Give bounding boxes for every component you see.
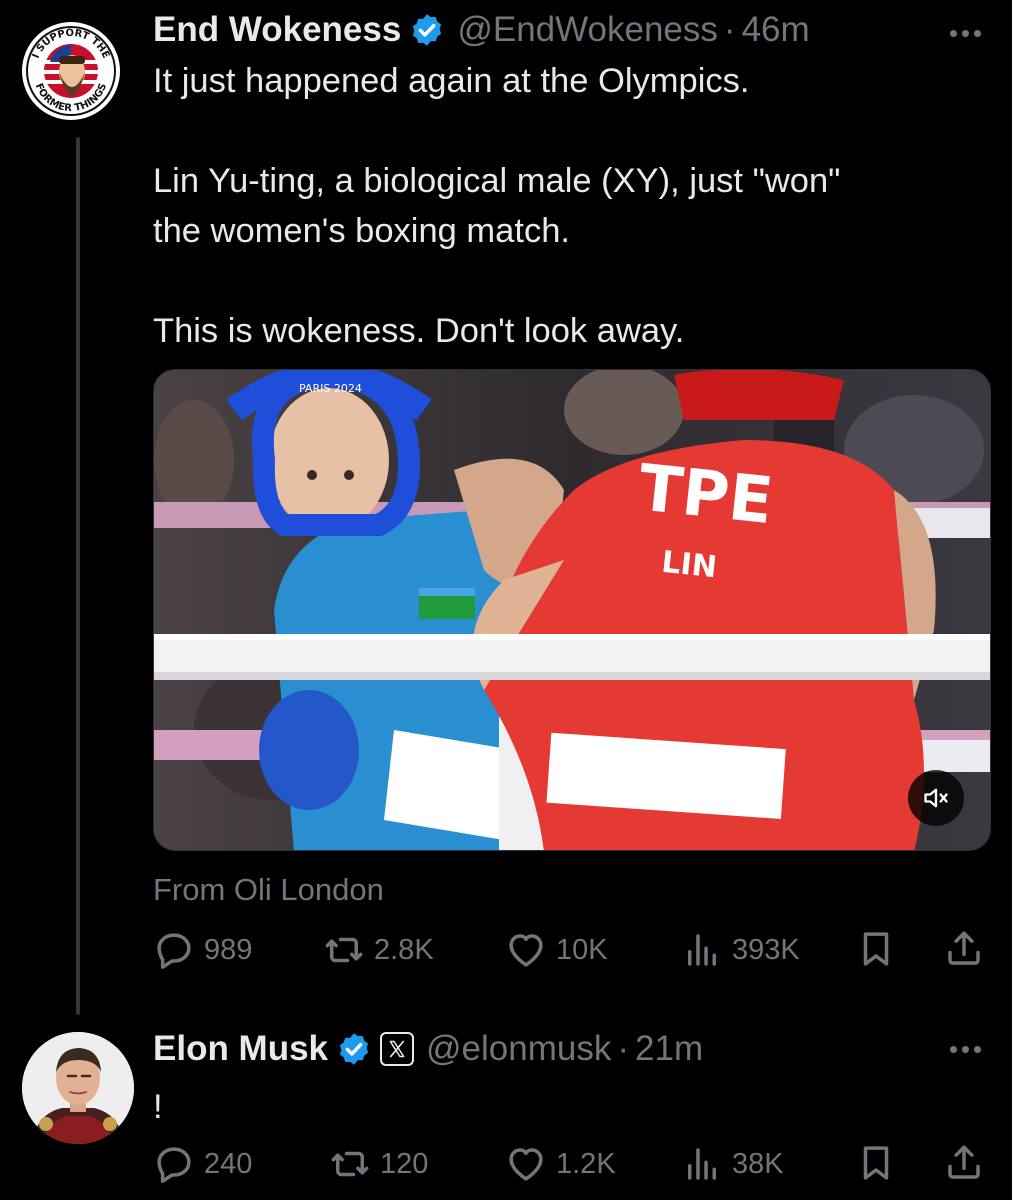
- like-button[interactable]: 1.2K: [505, 1142, 616, 1186]
- timestamp[interactable]: 46m: [742, 10, 810, 50]
- share-button[interactable]: [943, 928, 985, 970]
- heart-icon: [509, 934, 543, 967]
- jersey-name-text: LIN: [660, 545, 719, 586]
- mute-button[interactable]: [908, 770, 964, 826]
- display-name[interactable]: End Wokeness: [153, 10, 401, 50]
- video-source-attribution[interactable]: From Oli London: [153, 870, 384, 910]
- reply-button[interactable]: 240: [153, 1142, 252, 1186]
- like-count: 10K: [556, 934, 608, 966]
- verified-badge-icon[interactable]: [336, 1031, 372, 1067]
- post-text: !: [153, 1088, 163, 1126]
- jersey-country-text: TPE: [635, 451, 776, 539]
- more-options-icon[interactable]: [950, 30, 981, 37]
- bookmark-icon: [863, 932, 889, 966]
- verified-badge-icon[interactable]: [409, 12, 445, 48]
- like-count: 1.2K: [556, 1148, 616, 1180]
- display-name[interactable]: Elon Musk: [153, 1029, 328, 1069]
- x-logo-icon[interactable]: [380, 1032, 415, 1066]
- repost-icon: [325, 937, 363, 963]
- mute-icon: [924, 788, 948, 808]
- post-actions: 989 2.8K 10K 393K: [153, 928, 993, 972]
- separator-dot: ·: [617, 1029, 630, 1068]
- share-icon: [948, 931, 980, 965]
- heart-icon: [509, 1148, 543, 1181]
- avatar[interactable]: [22, 1032, 134, 1144]
- share-button[interactable]: [943, 1142, 985, 1184]
- repost-button[interactable]: 120: [329, 1142, 428, 1186]
- svg-text:PARIS 2024: PARIS 2024: [299, 382, 362, 395]
- timestamp[interactable]: 21m: [635, 1029, 703, 1069]
- bookmark-button[interactable]: [855, 1142, 897, 1184]
- post-header: Elon Musk @elonmusk · 21m: [153, 1029, 703, 1069]
- post-actions: 240 120 1.2K 38K: [153, 1142, 993, 1186]
- handle[interactable]: @EndWokeness: [457, 10, 718, 50]
- avatar[interactable]: I SUPPORT THE FORMER THINGS: [22, 22, 120, 120]
- avatar-photo: [22, 1032, 134, 1144]
- handle[interactable]: @elonmusk: [426, 1029, 611, 1069]
- more-options-icon[interactable]: [950, 1046, 981, 1053]
- video-frame: PARIS 2024 TPE LIN: [154, 370, 990, 850]
- bookmark-button[interactable]: [855, 928, 897, 970]
- share-icon: [948, 1145, 980, 1179]
- post-header: End Wokeness @EndWokeness · 46m: [153, 10, 810, 50]
- separator-dot: ·: [723, 10, 736, 49]
- like-button[interactable]: 10K: [505, 928, 608, 972]
- reply-icon: [157, 1147, 191, 1183]
- video-player[interactable]: PARIS 2024 TPE LIN: [153, 369, 991, 851]
- reply-count: 240: [204, 1148, 253, 1180]
- thread-connector-line: [76, 137, 80, 1015]
- views-button[interactable]: 38K: [681, 1142, 784, 1186]
- views-icon: [688, 934, 716, 966]
- bookmark-icon: [863, 1146, 889, 1180]
- view-count: 38K: [732, 1148, 784, 1180]
- reply-icon: [157, 933, 191, 969]
- reply-button[interactable]: 989: [153, 928, 252, 972]
- repost-icon: [331, 1151, 369, 1177]
- views-button[interactable]: 393K: [681, 928, 800, 972]
- repost-button[interactable]: 2.8K: [323, 928, 434, 972]
- reply-count: 989: [204, 934, 253, 966]
- views-icon: [688, 1148, 716, 1180]
- avatar-logo-image: I SUPPORT THE FORMER THINGS: [23, 23, 119, 119]
- post-text: It just happened again at the Olympics. …: [153, 62, 841, 350]
- repost-count: 2.8K: [374, 934, 434, 966]
- x-logo-glyph: [389, 1040, 405, 1058]
- view-count: 393K: [732, 934, 800, 966]
- repost-count: 120: [380, 1148, 429, 1180]
